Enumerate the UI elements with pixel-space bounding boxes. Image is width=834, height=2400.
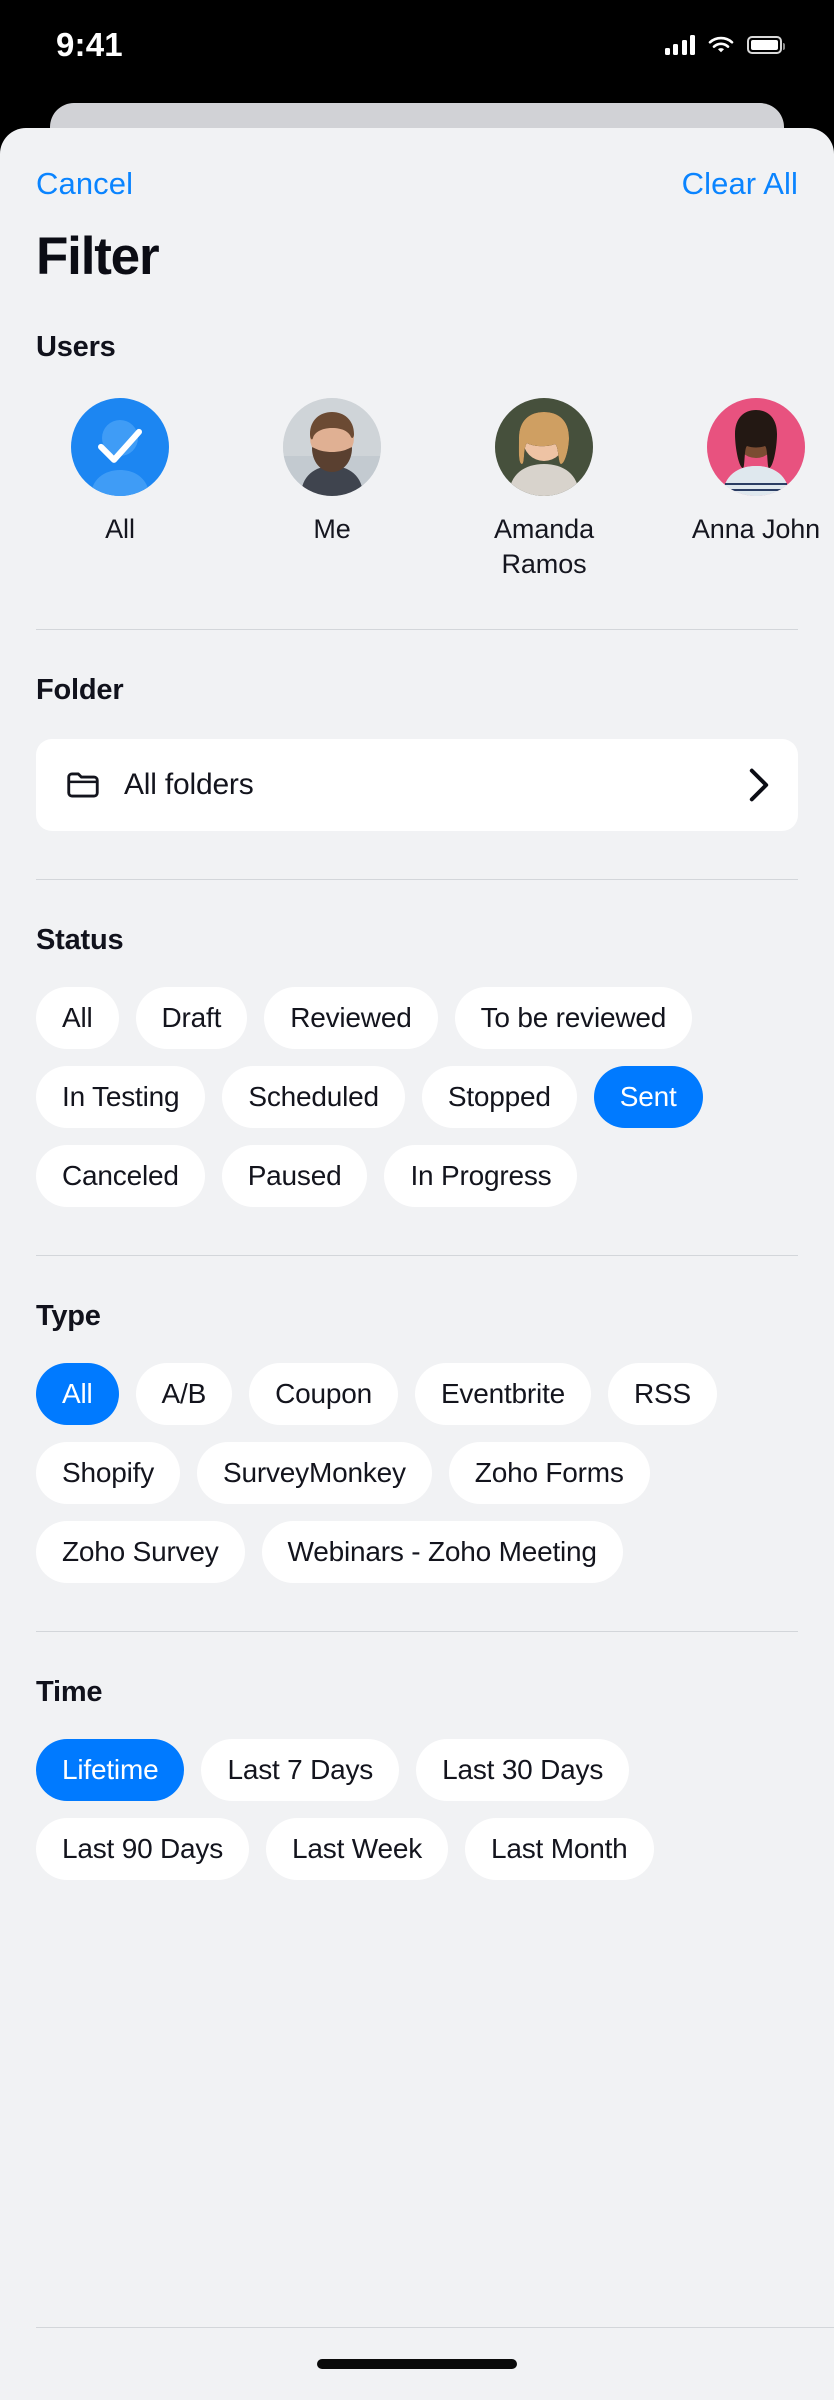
cancel-button[interactable]: Cancel xyxy=(36,166,133,202)
status-chip-group[interactable]: All Draft Reviewed To be reviewed In Testing… xyxy=(0,957,834,1208)
status-bar-icons xyxy=(664,35,785,55)
type-chip-shopify[interactable]: Shopify xyxy=(36,1442,180,1505)
home-indicator-area xyxy=(0,2328,834,2400)
home-indicator[interactable] xyxy=(317,2359,517,2369)
avatar[interactable] xyxy=(71,398,169,496)
status-chip-stopped[interactable]: Stopped xyxy=(421,1066,577,1129)
wifi-icon xyxy=(708,35,734,55)
filter-sheet: Cancel Clear All Filter Users All Me Ama… xyxy=(0,128,834,2400)
user-item-all[interactable]: All xyxy=(36,398,204,581)
status-chip-to-be-reviewed[interactable]: To be reviewed xyxy=(454,987,693,1050)
section-divider xyxy=(36,629,798,631)
time-chip-group[interactable]: Lifetime Last 7 Days Last 30 Days Last 90 D… xyxy=(0,1709,834,1881)
type-chip-coupon[interactable]: Coupon xyxy=(249,1363,398,1426)
avatar-photo xyxy=(707,398,805,496)
user-item-anna-john[interactable]: Anna John xyxy=(672,398,834,581)
type-section-title: Type xyxy=(36,1300,101,1333)
type-chip-zoho-forms[interactable]: Zoho Forms xyxy=(448,1442,650,1505)
type-chip-rss[interactable]: RSS xyxy=(608,1363,718,1426)
user-item-me[interactable]: Me xyxy=(248,398,416,581)
clear-all-button[interactable]: Clear All xyxy=(682,166,798,202)
time-chip-last-7-days[interactable]: Last 7 Days xyxy=(201,1739,400,1802)
status-bar-time: 9:41 xyxy=(56,26,123,63)
battery-icon xyxy=(747,36,785,54)
folder-value: All folders xyxy=(124,768,254,802)
users-section: Users xyxy=(0,331,834,364)
type-chip-all[interactable]: All xyxy=(36,1363,119,1426)
section-divider xyxy=(36,1255,798,1257)
status-chip-in-testing[interactable]: In Testing xyxy=(36,1066,206,1129)
status-bar: 9:41 xyxy=(0,0,834,90)
users-section-title: Users xyxy=(36,331,116,363)
type-section: Type xyxy=(0,1300,834,1333)
user-item-amanda-ramos[interactable]: Amanda Ramos xyxy=(460,398,628,581)
type-chip-surveymonkey[interactable]: SurveyMonkey xyxy=(197,1442,432,1505)
avatar-photo xyxy=(283,398,381,496)
time-chip-last-90-days[interactable]: Last 90 Days xyxy=(36,1818,250,1881)
section-divider xyxy=(36,879,798,881)
time-section-title: Time xyxy=(36,1676,103,1709)
status-section: Status xyxy=(0,924,834,957)
status-chip-scheduled[interactable]: Scheduled xyxy=(222,1066,405,1129)
status-chip-all[interactable]: All xyxy=(36,987,119,1050)
type-chip-group[interactable]: All A/B Coupon Eventbrite RSS Shopify SurveyMo… xyxy=(0,1333,834,1584)
status-chip-in-progress[interactable]: In Progress xyxy=(384,1145,578,1208)
avatar[interactable] xyxy=(283,398,381,496)
folder-icon xyxy=(67,772,99,798)
status-chip-paused[interactable]: Paused xyxy=(221,1145,368,1208)
folder-section-title: Folder xyxy=(36,674,124,707)
folder-select-row[interactable]: All folders xyxy=(36,739,798,832)
avatar-photo xyxy=(495,398,593,496)
time-chip-lifetime[interactable]: Lifetime xyxy=(36,1739,185,1802)
status-chip-canceled[interactable]: Canceled xyxy=(36,1145,205,1208)
time-chip-last-30-days[interactable]: Last 30 Days xyxy=(416,1739,630,1802)
avatar[interactable] xyxy=(707,398,805,496)
page-title: Filter xyxy=(36,227,160,286)
time-chip-last-week[interactable]: Last Week xyxy=(266,1818,449,1881)
status-chip-reviewed[interactable]: Reviewed xyxy=(264,987,438,1050)
user-item-label: Amanda Ramos xyxy=(494,514,594,579)
status-chip-draft[interactable]: Draft xyxy=(135,987,248,1050)
users-avatar-list[interactable]: All Me Amanda Ramos Anna John xyxy=(0,364,834,581)
time-section: Time xyxy=(0,1676,834,1709)
type-chip-eventbrite[interactable]: Eventbrite xyxy=(414,1363,592,1426)
type-chip-zoho-survey[interactable]: Zoho Survey xyxy=(36,1521,245,1584)
checkmark-icon xyxy=(98,428,142,463)
section-divider xyxy=(36,1631,798,1633)
user-item-label: Anna John xyxy=(691,514,821,544)
type-chip-a-b[interactable]: A/B xyxy=(135,1363,233,1426)
type-chip-webinars-zoho-meeting[interactable]: Webinars - Zoho Meeting xyxy=(261,1521,623,1584)
user-item-label: Me xyxy=(313,514,351,544)
time-chip-last-month[interactable]: Last Month xyxy=(465,1818,654,1881)
cellular-signal-icon xyxy=(664,35,695,55)
folder-section: Folder xyxy=(0,674,834,707)
phone-screen: 9:41 Cancel Clear All Filter Users All M… xyxy=(0,0,834,2400)
status-section-title: Status xyxy=(36,924,124,957)
chevron-right-icon xyxy=(749,768,769,802)
sheet-header: Cancel Clear All xyxy=(0,128,834,202)
status-chip-sent[interactable]: Sent xyxy=(593,1066,703,1129)
avatar[interactable] xyxy=(495,398,593,496)
user-item-label: All xyxy=(105,514,135,544)
